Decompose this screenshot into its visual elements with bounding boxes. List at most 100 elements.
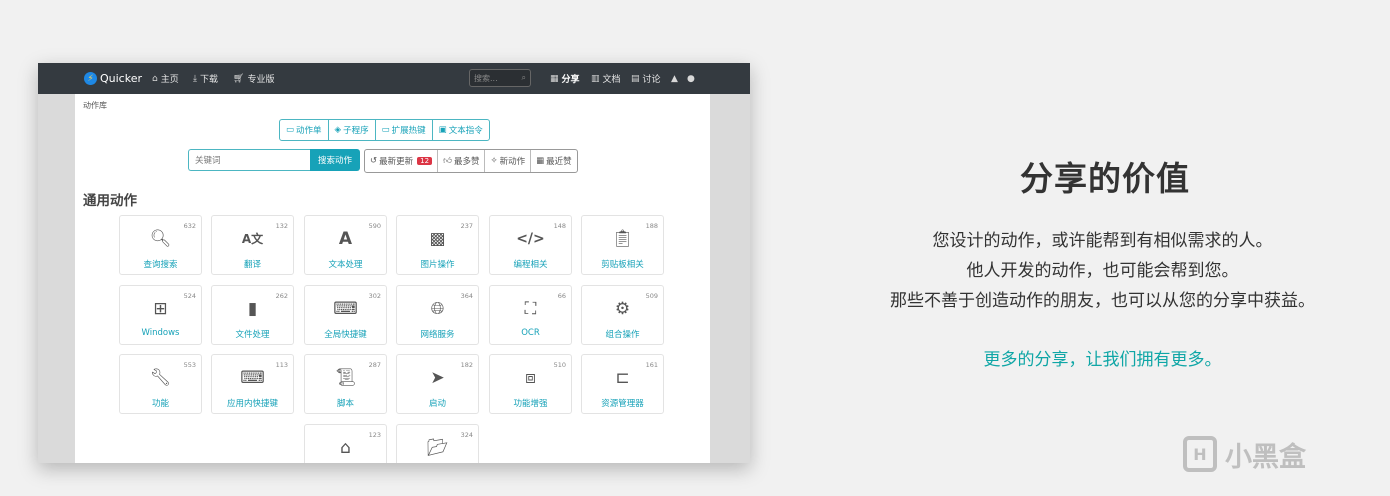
card-label: 翻译 — [243, 260, 261, 270]
category-card-text[interactable]: 590 A 文本处理 — [304, 215, 387, 275]
cubes-icon: ⧈ — [525, 368, 536, 388]
card-label: 组合操作 — [605, 330, 640, 340]
sort-most-liked[interactable]: 👍︎ 最多赞 — [438, 150, 486, 172]
tab-hotkeys[interactable]: ▭ 扩展热键 — [376, 120, 433, 140]
sort-label: 最近赞 — [546, 157, 572, 167]
card-label: 应用内快捷键 — [226, 399, 278, 409]
nav-pro-label: 专业版 — [247, 75, 275, 85]
gears-icon: ⚙ — [614, 299, 631, 319]
category-card-clipboard[interactable]: 188 📋︎ 剪贴板相关 — [581, 215, 664, 275]
keyword-input[interactable]: 关键词 — [188, 149, 310, 171]
card-label: Windows — [141, 328, 180, 338]
category-card-code[interactable]: 148 </> 编程相关 — [489, 215, 572, 275]
tab-subprograms[interactable]: ◈ 子程序 — [329, 120, 376, 140]
translate-icon: A文 — [241, 232, 264, 246]
watermark-text: 小黑盒 — [1225, 441, 1306, 473]
card-label: 全局快捷键 — [324, 330, 367, 340]
section-title: 通用动作 — [83, 193, 137, 209]
category-card-functions[interactable]: 553 🔧︎ 功能 — [119, 354, 202, 414]
notifications-button[interactable]: ▲ — [671, 63, 678, 94]
nav-docs[interactable]: ▥ 文档 — [591, 63, 621, 94]
value-line-2: 他人开发的动作，也可能会帮到您。 — [966, 261, 1239, 281]
nav-search-input[interactable]: 搜索... ⌕ — [469, 69, 531, 87]
category-card-folders[interactable]: 324 📂︎ — [396, 424, 479, 463]
category-card-launch[interactable]: 182 ➤ 启动 — [396, 354, 479, 414]
home-icon: ⌂ — [152, 73, 158, 84]
keyboard-icon: ⌨ — [240, 368, 265, 388]
category-card-scripts[interactable]: 287 📜︎ 脚本 — [304, 354, 387, 414]
search-icon: ⌕ — [521, 73, 526, 82]
nav-home-label: 主页 — [160, 75, 179, 85]
heybox-logo-icon: H — [1183, 436, 1217, 472]
globe-icon: 🌐︎ — [430, 299, 445, 319]
search-actions-button[interactable]: 搜索动作 — [310, 149, 360, 171]
folder-tree-icon: ⊏ — [615, 368, 630, 388]
nav-pro[interactable]: 🛒︎ 专业版 — [233, 63, 274, 94]
tab-text-commands[interactable]: ▣ 文本指令 — [433, 120, 489, 140]
category-card-ocr[interactable]: 66 ⛶ OCR — [489, 285, 572, 345]
action-library-page: 动作库 ▭ 动作单 ◈ 子程序 ▭ 扩展热键 ▣ 文本指令 关键词 搜索动作 ↺ 最新更新… — [75, 94, 710, 463]
nav-docs-label: 文档 — [602, 75, 621, 85]
card-label: 启动 — [428, 399, 446, 409]
sort-recently-liked[interactable]: ▦ 最近赞 — [531, 150, 577, 172]
presentation-icon: ⌂ — [340, 438, 351, 458]
category-card-presentation[interactable]: 123 ⌂ — [304, 424, 387, 463]
card-label: 图片操作 — [420, 260, 455, 270]
breadcrumb: 动作库 — [83, 101, 107, 110]
images-icon: ▩ — [429, 229, 446, 249]
sort-latest-update[interactable]: ↺ 最新更新 12 — [365, 150, 439, 172]
sort-label: 新动作 — [499, 157, 526, 167]
brand-link[interactable]: ⚡ Quicker — [84, 63, 142, 94]
wrench-icon: 🔧︎ — [149, 368, 172, 388]
quicker-logo-icon: ⚡ — [84, 72, 97, 85]
category-card-app-hotkeys[interactable]: 113 ⌨ 应用内快捷键 — [211, 354, 294, 414]
sparkle-icon: ✧ — [490, 156, 498, 166]
value-line-3: 那些不善于创造动作的朋友，也可以从您的分享中获益。 — [890, 291, 1315, 311]
clipboard-icon: 📋︎ — [611, 229, 634, 249]
category-card-combo[interactable]: 509 ⚙ 组合操作 — [581, 285, 664, 345]
card-label: 文本处理 — [328, 260, 363, 270]
tab-action-list[interactable]: ▭ 动作单 — [280, 120, 329, 140]
download-icon: ⤓ — [193, 73, 197, 84]
card-label: 脚本 — [336, 399, 354, 409]
action-search: 关键词 搜索动作 — [188, 149, 360, 171]
category-card-files[interactable]: 262 ▮ 文件处理 — [211, 285, 294, 345]
nav-search-placeholder: 搜索... — [474, 73, 498, 83]
thumbs-up-icon: 👍︎ — [443, 156, 452, 166]
category-card-enhance[interactable]: 510 ⧈ 功能增强 — [489, 354, 572, 414]
screenshot-window: ⚡ Quicker ⌂ 主页 ⤓ 下载 🛒︎ 专业版 搜索... ⌕ ▦ 分享 … — [38, 63, 750, 463]
category-card-explorer[interactable]: 161 ⊏ 资源管理器 — [581, 354, 664, 414]
category-card-images[interactable]: 237 ▩ 图片操作 — [396, 215, 479, 275]
sort-label: 最多赞 — [453, 157, 480, 167]
tab-label: 扩展热键 — [391, 126, 426, 136]
category-card-web-services[interactable]: 364 🌐︎ 网络服务 — [396, 285, 479, 345]
user-menu-button[interactable]: ● — [687, 63, 695, 94]
nav-discuss-label: 讨论 — [642, 75, 661, 85]
expand-icon: ⛶ — [524, 299, 537, 319]
book-icon: ▥ — [591, 73, 600, 84]
grid-icon: ▦ — [550, 73, 559, 84]
value-line-1: 您设计的动作，或许能帮到有相似需求的人。 — [932, 231, 1273, 251]
terminal-icon: ▣ — [438, 125, 447, 135]
card-label: 功能增强 — [513, 399, 548, 409]
card-label: 文件处理 — [235, 330, 270, 340]
category-card-translate[interactable]: 132 A文 翻译 — [211, 215, 294, 275]
history-icon: ↺ — [370, 156, 378, 166]
card-label: OCR — [521, 328, 540, 338]
nav-discuss[interactable]: ▤ 讨论 — [631, 63, 661, 94]
nav-share[interactable]: ▦ 分享 — [550, 63, 580, 94]
category-card-windows[interactable]: 524 ⊞ Windows — [119, 285, 202, 345]
folder-open-icon: 📂︎ — [426, 438, 449, 458]
nav-home[interactable]: ⌂ 主页 — [152, 63, 179, 94]
category-card-search[interactable]: 632 🔍︎ 查询搜索 — [119, 215, 202, 275]
bell-icon: ▲ — [671, 73, 678, 84]
search-icon: 🔍︎ — [149, 229, 172, 249]
scroll-icon: 📜︎ — [334, 368, 357, 388]
comments-icon: ▤ — [631, 73, 640, 84]
sort-new-actions[interactable]: ✧ 新动作 — [485, 150, 532, 172]
card-label: 查询搜索 — [143, 260, 178, 270]
highlight-slogan: 更多的分享，让我们拥有更多。 — [983, 350, 1222, 370]
nav-download[interactable]: ⤓ 下载 — [193, 63, 218, 94]
category-card-global-hotkeys[interactable]: 302 ⌨ 全局快捷键 — [304, 285, 387, 345]
update-count-badge: 12 — [417, 157, 433, 165]
